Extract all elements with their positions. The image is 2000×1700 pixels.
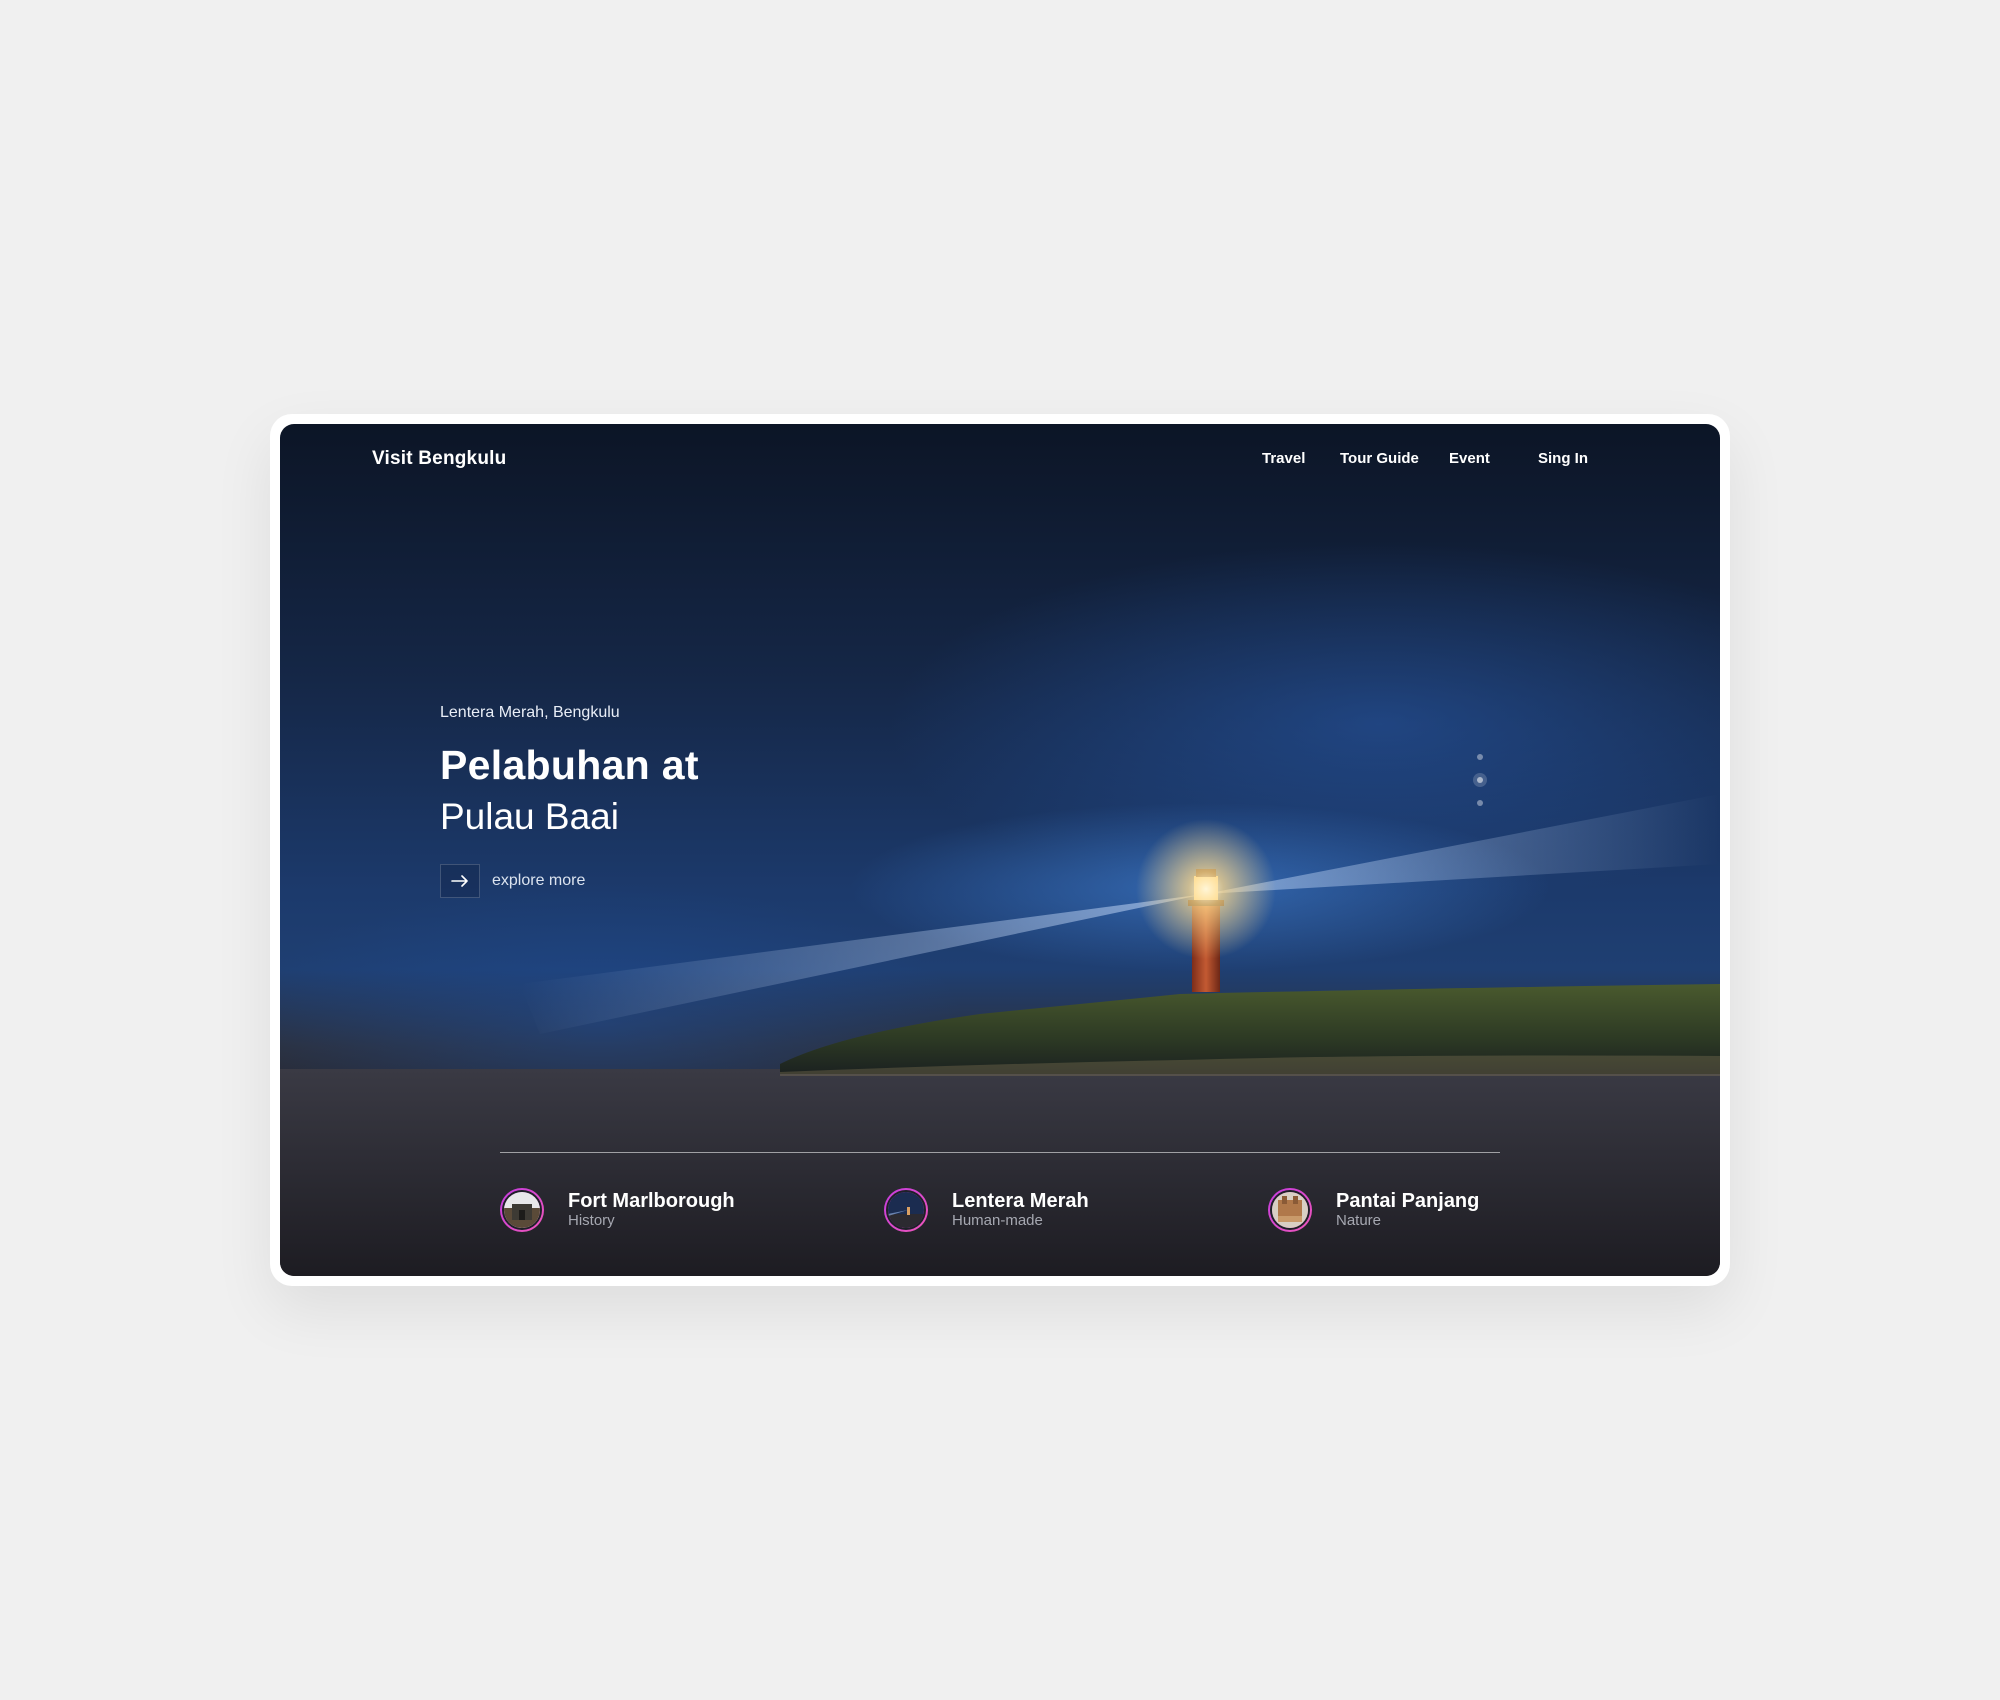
- destination-category: Human-made: [952, 1212, 1043, 1229]
- hero-location: Lentera Merah, Bengkulu: [440, 704, 620, 721]
- arrow-right-icon: [440, 864, 480, 898]
- destination-thumbnail: [500, 1188, 544, 1232]
- slide-dot-3[interactable]: [1477, 800, 1483, 806]
- nav-item-event[interactable]: Event: [1449, 450, 1490, 467]
- beach-thumbnail-icon: [1270, 1190, 1310, 1230]
- destination-name: Fort Marlborough: [568, 1190, 735, 1212]
- nav-item-sign-in[interactable]: Sing In: [1538, 450, 1588, 467]
- destination-name: Pantai Panjang: [1336, 1190, 1480, 1212]
- destination-card-lentera-merah[interactable]: Lentera Merah Human-made: [884, 1184, 1089, 1236]
- destinations-divider: [500, 1152, 1500, 1153]
- destination-thumbnail: [884, 1188, 928, 1232]
- destination-card-pantai-panjang[interactable]: Pantai Panjang Nature: [1268, 1184, 1479, 1236]
- hero-section: Visit Bengkulu Travel Tour Guide Event S…: [280, 424, 1720, 1276]
- destination-thumbnail: [1268, 1188, 1312, 1232]
- hero-title: Pelabuhan at: [440, 742, 699, 788]
- destination-name: Lentera Merah: [952, 1190, 1089, 1212]
- explore-more-button[interactable]: explore more: [440, 864, 585, 898]
- destination-category: Nature: [1336, 1212, 1382, 1229]
- main-nav: Travel Tour Guide Event Sing In: [280, 450, 1720, 472]
- nav-item-travel[interactable]: Travel: [1262, 450, 1305, 467]
- destination-category: History: [568, 1212, 615, 1229]
- nav-item-tour-guide[interactable]: Tour Guide: [1340, 450, 1419, 467]
- slide-dot-1[interactable]: [1477, 754, 1483, 760]
- slide-dot-2-center: [1477, 777, 1483, 783]
- hero-background-image: [280, 794, 1720, 1276]
- hero-subtitle: Pulau Baai: [440, 796, 619, 837]
- slide-indicator: [1470, 754, 1490, 814]
- lighthouse-thumbnail-icon: [886, 1190, 926, 1230]
- browser-frame: Visit Bengkulu Travel Tour Guide Event S…: [270, 414, 1730, 1286]
- explore-more-label: explore more: [492, 872, 586, 889]
- fort-thumbnail-icon: [502, 1190, 542, 1230]
- destination-card-fort-marlborough[interactable]: Fort Marlborough History: [500, 1184, 735, 1236]
